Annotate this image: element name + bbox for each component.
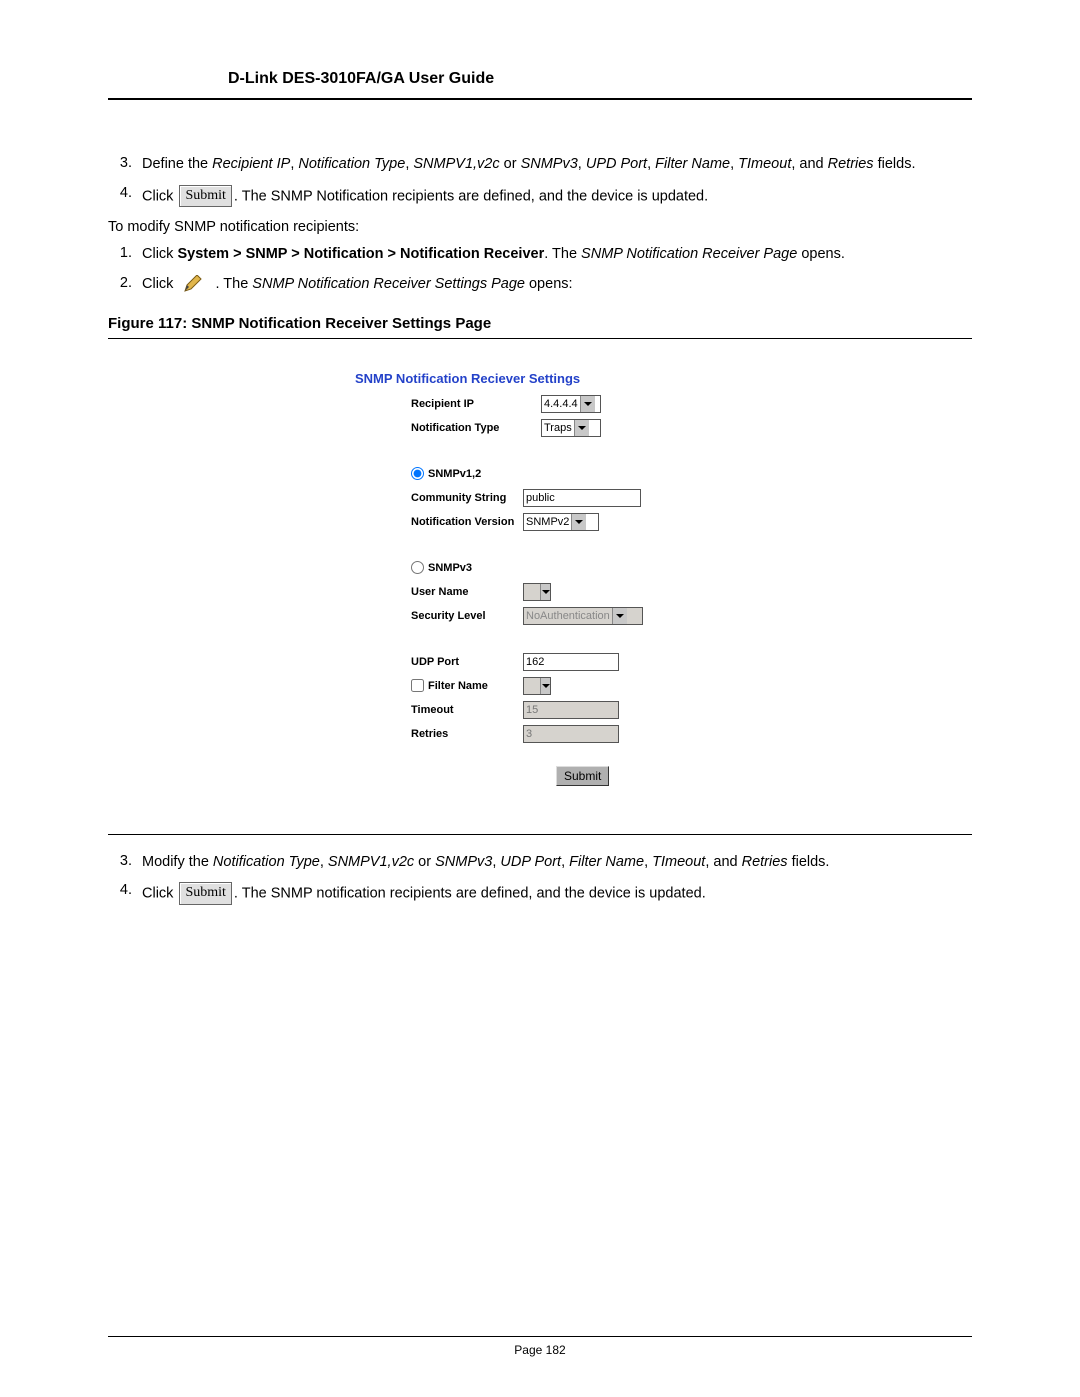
chevron-down-icon <box>612 608 627 624</box>
timeout-label: Timeout <box>411 704 533 716</box>
udp-port-label: UDP Port <box>411 656 533 668</box>
header-rule <box>108 98 972 100</box>
recipient-ip-label: Recipient IP <box>411 398 541 410</box>
chevron-down-icon <box>580 396 595 412</box>
step-click-submit: 4. Click Submit. The SNMP Notification r… <box>108 185 972 208</box>
snmp-settings-panel: SNMP Notification Reciever Settings Reci… <box>351 357 729 816</box>
snmpv12-radio[interactable] <box>411 467 424 480</box>
snmpv12-radio-label: SNMPv1,2 <box>428 468 481 480</box>
submit-button-image: Submit <box>179 185 231 208</box>
step-define-fields: 3. Define the Recipient IP, Notification… <box>108 155 972 175</box>
modify-intro: To modify SNMP notification recipients: <box>108 219 972 235</box>
footer-rule <box>108 1336 972 1337</box>
step-click-edit: 2. Click . The SNMP Notification Receive… <box>108 275 972 295</box>
snmpv3-radio[interactable] <box>411 561 424 574</box>
figure-caption: Figure 117: SNMP Notification Receiver S… <box>108 315 972 332</box>
figure-rule-bottom <box>108 834 972 835</box>
security-level-label: Security Level <box>411 610 533 622</box>
figure-rule <box>108 338 972 339</box>
recipient-ip-select[interactable]: 4.4.4.4 <box>541 395 601 413</box>
step-number: 1. <box>108 245 132 261</box>
step-number: 4. <box>108 185 132 201</box>
step-number: 3. <box>108 853 132 869</box>
doc-header-title: D-Link DES-3010FA/GA User Guide <box>228 70 972 88</box>
notification-type-label: Notification Type <box>411 422 541 434</box>
step-click-submit-bottom: 4. Click Submit. The SNMP notification r… <box>108 882 972 905</box>
chevron-down-icon <box>571 514 586 530</box>
user-name-label: User Name <box>411 586 533 598</box>
step-number: 3. <box>108 155 132 171</box>
filter-name-label: Filter Name <box>428 680 488 692</box>
community-string-label: Community String <box>411 492 533 504</box>
submit-button[interactable]: Submit <box>556 766 609 786</box>
pencil-edit-icon <box>183 275 205 293</box>
retries-label: Retries <box>411 728 533 740</box>
notification-version-label: Notification Version <box>411 516 533 528</box>
timeout-input <box>523 701 619 719</box>
notification-version-select[interactable]: SNMPv2 <box>523 513 599 531</box>
notification-type-select[interactable]: Traps <box>541 419 601 437</box>
user-name-select[interactable] <box>523 583 551 601</box>
filter-name-select[interactable] <box>523 677 551 695</box>
chevron-down-icon <box>540 584 550 600</box>
step-modify-fields: 3. Modify the Notification Type, SNMPV1,… <box>108 853 972 873</box>
udp-port-input[interactable] <box>523 653 619 671</box>
security-level-select[interactable]: NoAuthentication <box>523 607 643 625</box>
chevron-down-icon <box>540 678 550 694</box>
community-string-input[interactable] <box>523 489 641 507</box>
retries-input <box>523 725 619 743</box>
page-number: Page 182 <box>0 1343 1080 1357</box>
panel-title: SNMP Notification Reciever Settings <box>351 363 729 394</box>
snmpv3-radio-label: SNMPv3 <box>428 562 472 574</box>
chevron-down-icon <box>574 420 589 436</box>
step-navigate: 1. Click System > SNMP > Notification > … <box>108 245 972 265</box>
submit-button-image: Submit <box>179 882 231 905</box>
step-number: 2. <box>108 275 132 291</box>
filter-name-checkbox[interactable] <box>411 679 424 692</box>
step-number: 4. <box>108 882 132 898</box>
